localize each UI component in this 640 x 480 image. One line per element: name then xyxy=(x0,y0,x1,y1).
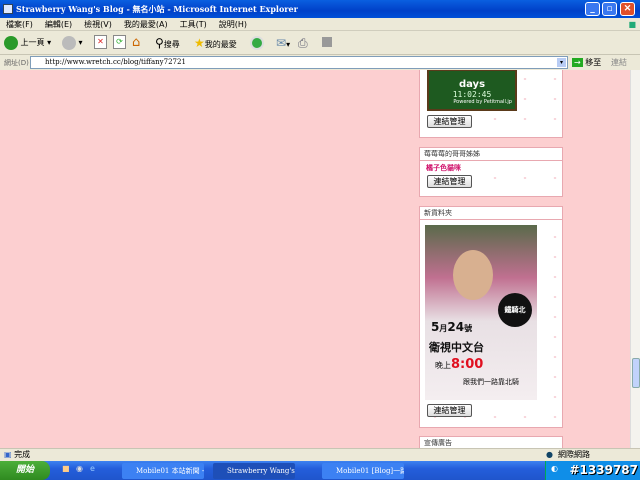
system-tray: ◐ #1339787 xyxy=(545,461,640,480)
mail-button[interactable]: ✉▾ xyxy=(276,35,290,51)
print-icon[interactable]: ⎙ xyxy=(298,35,308,51)
status-bar: ▣ 完成 ● 網際網路 xyxy=(0,448,640,461)
friends-box: 莓莓莓的哥哥姊姊 橘子色貓咪 連結管理 xyxy=(419,147,563,197)
maximize-button[interactable]: ▫ xyxy=(602,2,617,16)
mail-icon: ✉ xyxy=(276,36,287,50)
forward-arrow-icon xyxy=(62,35,76,50)
promo-box: 宣傳廣告 xyxy=(419,436,563,448)
friends-title: 莓莓莓的哥哥姊姊 xyxy=(420,148,562,161)
menu-edit[interactable]: 編輯(E) xyxy=(45,20,72,29)
vertical-scrollbar[interactable] xyxy=(630,70,640,448)
ad-tagline: 跟我們一路靠北騎 xyxy=(463,378,519,386)
links-button[interactable]: 連結 xyxy=(611,55,627,70)
promo-title: 宣傳廣告 xyxy=(420,437,562,448)
quicklaunch-icon[interactable]: ■ xyxy=(62,464,70,473)
windows-logo-icon: ■ xyxy=(628,20,636,29)
zone-text: 網際網路 xyxy=(558,450,590,459)
ad-day-unit: 號 xyxy=(464,324,473,333)
search-label: 搜尋 xyxy=(163,40,180,49)
taskbar-item[interactable]: Mobile01 本站新聞 - ... xyxy=(122,463,204,479)
ad-time: 8:00 xyxy=(451,357,484,372)
back-button[interactable]: 上一頁 ▾ xyxy=(4,35,51,51)
stop-icon[interactable]: ✕ xyxy=(94,35,107,49)
url-text: http://www.wretch.cc/blog/tiffany72721 xyxy=(45,58,186,66)
home-icon[interactable]: ⌂ xyxy=(132,35,140,51)
ad-channel: 衛視中文台 xyxy=(429,341,484,354)
manage-links-button[interactable]: 連結管理 xyxy=(427,175,472,188)
menu-bar: 檔案(F) 編輯(E) 檢視(V) 我的最愛(A) 工具(T) 說明(H) ■ xyxy=(0,18,640,31)
go-button[interactable]: → 移至 xyxy=(572,55,601,70)
minimize-button[interactable]: _ xyxy=(585,2,600,16)
window-title: Strawberry Wang's Blog - 無名小站 - Microsof… xyxy=(16,4,298,14)
ie-icon[interactable]: e xyxy=(90,464,95,473)
star-icon: ★ xyxy=(194,36,205,50)
close-button[interactable]: ✕ xyxy=(620,2,635,16)
web-page-content: days 11:02:45 Powered by Petitmall.jp 連結… xyxy=(0,70,630,448)
go-label: 移至 xyxy=(585,58,602,67)
taskbar-item[interactable]: Mobile01 [Blog]一路... xyxy=(322,463,404,479)
ad-day: 24 xyxy=(447,320,465,334)
address-label: 網址(D) xyxy=(4,59,29,67)
clock-time: 11:02:45 xyxy=(452,90,492,99)
menu-tools[interactable]: 工具(T) xyxy=(180,20,207,29)
status-text: 完成 xyxy=(14,450,31,459)
days-counter-clock: days 11:02:45 Powered by Petitmall.jp xyxy=(427,70,517,111)
history-icon xyxy=(250,35,264,50)
quicklaunch-icon[interactable]: ◉ xyxy=(76,464,83,473)
clock-days: days xyxy=(458,79,486,90)
dropdown-chevron-icon[interactable]: ▾ xyxy=(557,58,566,67)
start-label: 開始 xyxy=(16,465,35,475)
clock-powered: Powered by Petitmall.jp xyxy=(453,99,512,105)
clock-widget-box: days 11:02:45 Powered by Petitmall.jp 連結… xyxy=(419,70,563,138)
back-label: 上一頁 xyxy=(20,38,45,47)
start-button[interactable]: 開始 xyxy=(0,461,50,480)
news-box: 新貨料夾 鐵騎北 5月24號 衛視中文台 晚上8:00 跟我們一路靠北騎 連結管… xyxy=(419,206,563,428)
taskbar: 開始 ■ ◉ e Mobile01 本站新聞 - ... Strawberry … xyxy=(0,461,640,480)
favorites-label: 我的最愛 xyxy=(204,40,237,49)
url-input[interactable]: http://www.wretch.cc/blog/tiffany72721 ▾ xyxy=(30,56,568,69)
manage-links-button[interactable]: 連結管理 xyxy=(427,404,472,417)
news-title: 新貨料夾 xyxy=(420,207,562,220)
favorites-button[interactable]: ★我的最愛 xyxy=(194,35,237,51)
globe-icon: ● xyxy=(546,450,553,459)
toolbar: 上一頁 ▾ ▾ ✕ ⟳ ⌂ ⚲搜尋 ★我的最愛 ✉▾ ⎙ xyxy=(0,31,640,55)
manage-links-button[interactable]: 連結管理 xyxy=(427,115,472,128)
friend-link[interactable]: 橘子色貓咪 xyxy=(420,163,562,173)
forward-button[interactable]: ▾ xyxy=(62,35,83,51)
go-arrow-icon: → xyxy=(572,58,583,67)
search-button[interactable]: ⚲搜尋 xyxy=(155,35,180,51)
menu-favorites[interactable]: 我的最愛(A) xyxy=(124,20,168,29)
menu-help[interactable]: 說明(H) xyxy=(219,20,247,29)
search-icon: ⚲ xyxy=(155,36,164,50)
tv-ad-banner[interactable]: 鐵騎北 5月24號 衛視中文台 晚上8:00 跟我們一路靠北騎 xyxy=(425,225,537,400)
title-bar: Strawberry Wang's Blog - 無名小站 - Microsof… xyxy=(0,0,640,18)
ad-photo xyxy=(453,250,493,300)
back-arrow-icon xyxy=(4,35,18,50)
taskbar-item-active[interactable]: Strawberry Wang's Bl... xyxy=(213,463,295,479)
scrollbar-thumb[interactable] xyxy=(632,358,640,388)
ad-badge: 鐵騎北 xyxy=(498,293,532,327)
tray-icon[interactable]: ◐ xyxy=(551,464,558,473)
edit-icon[interactable] xyxy=(322,37,332,47)
watermark-text: #1339787 xyxy=(569,463,638,477)
menu-file[interactable]: 檔案(F) xyxy=(6,20,33,29)
ad-time-prefix: 晚上 xyxy=(435,361,451,370)
ie-page-icon xyxy=(3,4,13,14)
menu-view[interactable]: 檢視(V) xyxy=(84,20,112,29)
page-icon: ▣ xyxy=(4,450,12,459)
refresh-icon[interactable]: ⟳ xyxy=(113,35,126,49)
address-bar: 網址(D) http://www.wretch.cc/blog/tiffany7… xyxy=(0,55,640,70)
history-button[interactable] xyxy=(250,35,264,51)
